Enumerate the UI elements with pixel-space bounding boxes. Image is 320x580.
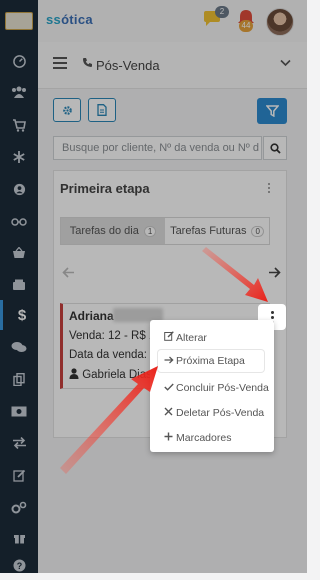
top-arrow — [202, 247, 268, 302]
bottom-arrow — [60, 366, 158, 474]
annotation-arrows — [60, 247, 268, 474]
